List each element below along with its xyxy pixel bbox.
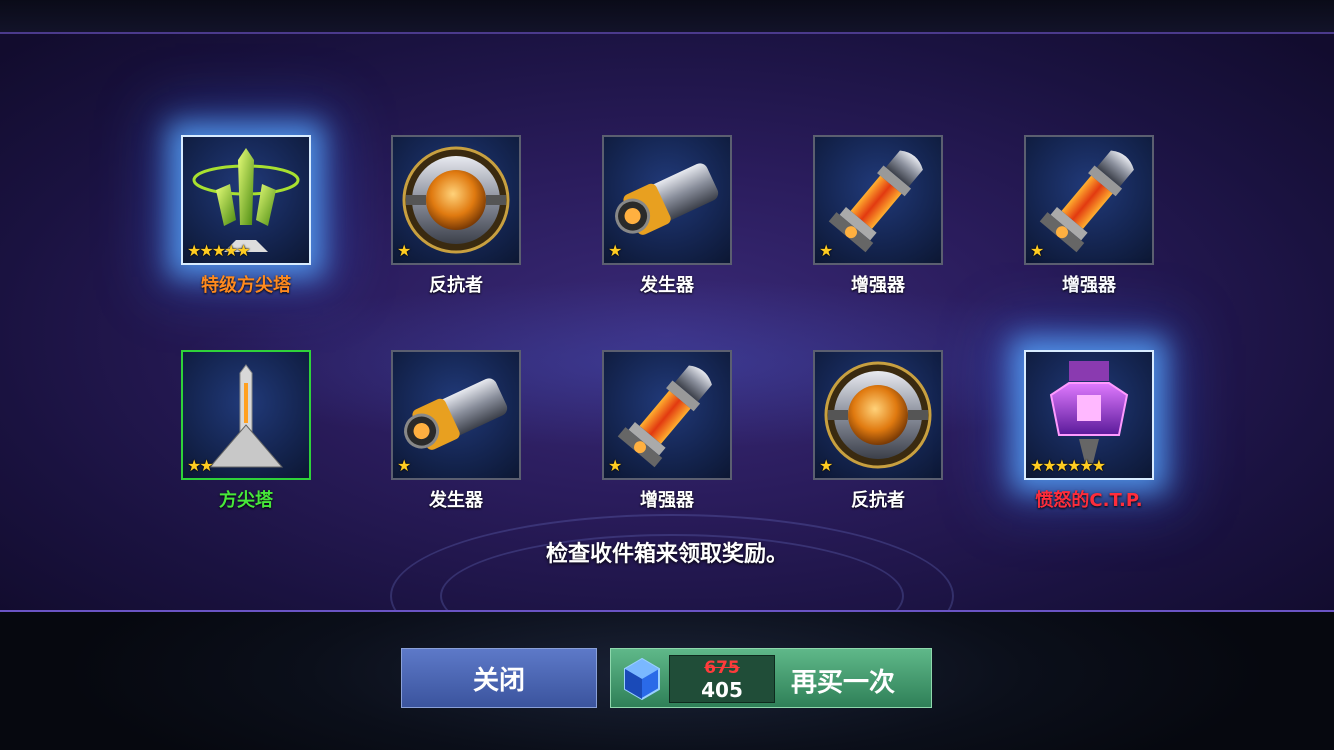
- reward-tile[interactable]: ★: [602, 135, 732, 265]
- reward-tile[interactable]: ★: [813, 350, 943, 480]
- generator-icon: [396, 355, 516, 475]
- star-rating: ★: [397, 241, 411, 260]
- reward-name: 发生器: [640, 275, 694, 296]
- reward-name: 增强器: [1062, 275, 1116, 296]
- reward-tile[interactable]: ★: [391, 350, 521, 480]
- reward-name: 发生器: [429, 490, 483, 511]
- reward-super-obelisk[interactable]: ★★★★★ 特级方尖塔: [181, 135, 311, 325]
- reward-tile[interactable]: ★★★★★★: [1024, 350, 1154, 480]
- booster-tube-icon: [1029, 140, 1149, 260]
- inbox-message: 检查收件箱来领取奖励。: [545, 542, 788, 567]
- reward-tile[interactable]: ★: [602, 350, 732, 480]
- new-price: 405: [701, 678, 743, 702]
- star-rating: ★: [608, 241, 622, 260]
- buy-again-button[interactable]: 675 405 再买一次: [610, 648, 932, 708]
- star-rating: ★: [1030, 241, 1044, 260]
- star-rating: ★: [608, 456, 622, 475]
- reward-generator[interactable]: ★ 发生器: [602, 135, 732, 325]
- star-rating: ★: [819, 456, 833, 475]
- top-bar: [0, 0, 1334, 34]
- reward-tile[interactable]: ★: [813, 135, 943, 265]
- reward-name: 方尖塔: [219, 490, 273, 511]
- reward-tile[interactable]: ★: [1024, 135, 1154, 265]
- reward-name: 特级方尖塔: [201, 275, 291, 296]
- close-button-label: 关闭: [472, 665, 525, 696]
- reward-booster[interactable]: ★ 增强器: [602, 350, 732, 540]
- reward-name: 反抗者: [851, 490, 905, 511]
- reward-angry-ctp[interactable]: ★★★★★★ 愤怒的C.T.P.: [1024, 350, 1154, 540]
- reward-name: 增强器: [640, 490, 694, 511]
- reward-tile[interactable]: ★★★★★: [181, 135, 311, 265]
- reward-booster[interactable]: ★ 增强器: [813, 135, 943, 325]
- reward-tile[interactable]: ★: [391, 135, 521, 265]
- close-button[interactable]: 关闭: [401, 648, 597, 708]
- star-rating: ★★: [187, 456, 214, 475]
- reward-resister[interactable]: ★ 反抗者: [391, 135, 521, 325]
- buy-again-label: 再买一次: [791, 668, 896, 698]
- reward-obelisk[interactable]: ★★ 方尖塔: [181, 350, 311, 540]
- resister-orb-icon: [818, 355, 938, 475]
- blue-crystal-icon: [621, 657, 663, 701]
- reward-resister[interactable]: ★ 反抗者: [813, 350, 943, 540]
- resister-orb-icon: [396, 140, 516, 260]
- reward-booster[interactable]: ★ 增强器: [1024, 135, 1154, 325]
- old-price: 675: [704, 658, 740, 678]
- reward-name: 愤怒的C.T.P.: [1035, 490, 1143, 511]
- generator-icon: [607, 140, 727, 260]
- reward-generator[interactable]: ★ 发生器: [391, 350, 521, 540]
- reward-name: 增强器: [851, 275, 905, 296]
- reward-tile[interactable]: ★★: [181, 350, 311, 480]
- star-rating: ★★★★★: [187, 241, 251, 260]
- price-box: 675 405: [669, 655, 775, 703]
- booster-tube-icon: [607, 355, 727, 475]
- star-rating: ★: [819, 241, 833, 260]
- booster-tube-icon: [818, 140, 938, 260]
- star-rating: ★: [397, 456, 411, 475]
- star-rating: ★★★★★★: [1030, 456, 1106, 475]
- reward-name: 反抗者: [429, 275, 483, 296]
